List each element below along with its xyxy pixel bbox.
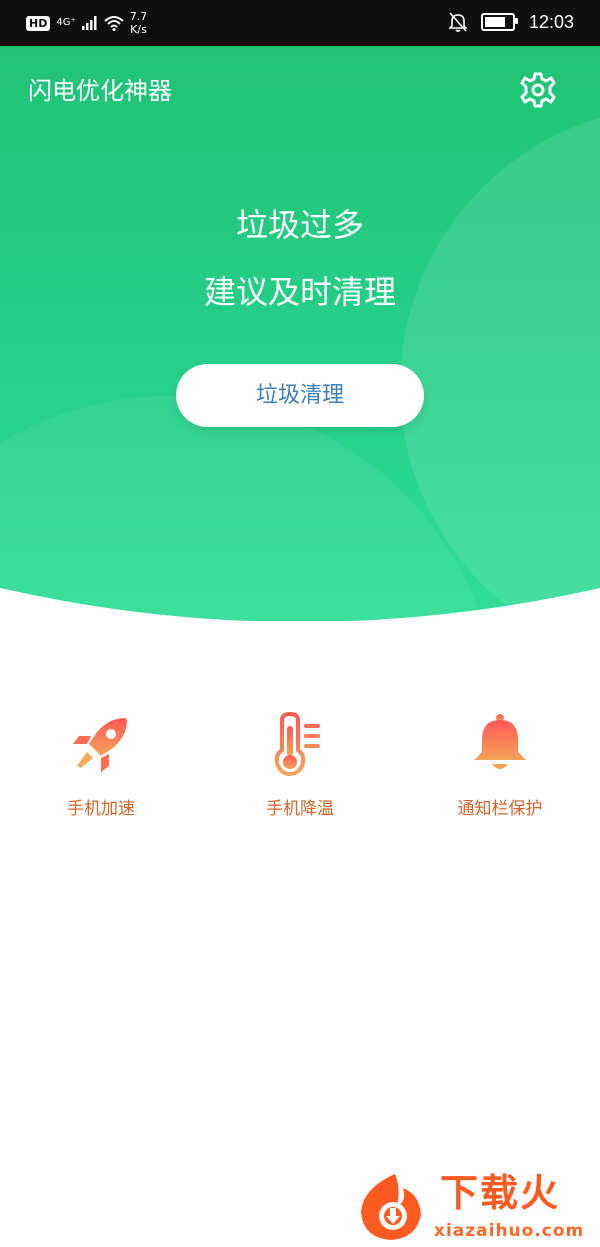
- wifi-icon: [104, 16, 124, 31]
- thermometer-icon: [274, 712, 320, 776]
- app-title: 闪电优化神器: [28, 77, 172, 105]
- hero-message-line2: 建议及时清理: [203, 273, 396, 311]
- feature-label: 手机加速: [67, 799, 135, 819]
- signal-icon: [81, 16, 97, 30]
- gear-icon[interactable]: [518, 70, 558, 110]
- speed-value: 7.7: [129, 10, 148, 23]
- junk-clean-button[interactable]: 垃圾清理: [176, 364, 424, 427]
- feature-notification-protection[interactable]: 通知栏保护: [420, 712, 580, 820]
- watermark-title: 下载火: [440, 1171, 561, 1215]
- bell-off-icon: [448, 12, 467, 32]
- status-right: 12:03: [448, 10, 574, 34]
- watermark-site: xiazaihuo.com: [434, 1221, 585, 1241]
- battery-icon: [480, 13, 518, 31]
- feature-phone-cooling[interactable]: 手机降温: [220, 712, 380, 820]
- speed-unit: K/s: [130, 23, 147, 36]
- feature-label: 手机降温: [266, 799, 334, 819]
- status-bar: HD 4G⁺ 7.7 K/s 12:03: [0, 0, 600, 46]
- status-time: 12:03: [528, 12, 574, 32]
- network-type: 4G⁺: [56, 17, 76, 28]
- hd-badge: HD: [26, 15, 51, 31]
- feature-phone-boost[interactable]: 手机加速: [21, 712, 181, 820]
- hero-banner: [0, 46, 600, 621]
- bell-icon: [474, 714, 526, 769]
- feature-label: 通知栏保护: [457, 799, 543, 819]
- network-speed: 7.7 K/s: [130, 10, 148, 36]
- rocket-icon: [73, 718, 127, 772]
- status-left: HD 4G⁺ 7.7 K/s: [26, 10, 147, 36]
- hero-message-line1: 垃圾过多: [235, 206, 364, 244]
